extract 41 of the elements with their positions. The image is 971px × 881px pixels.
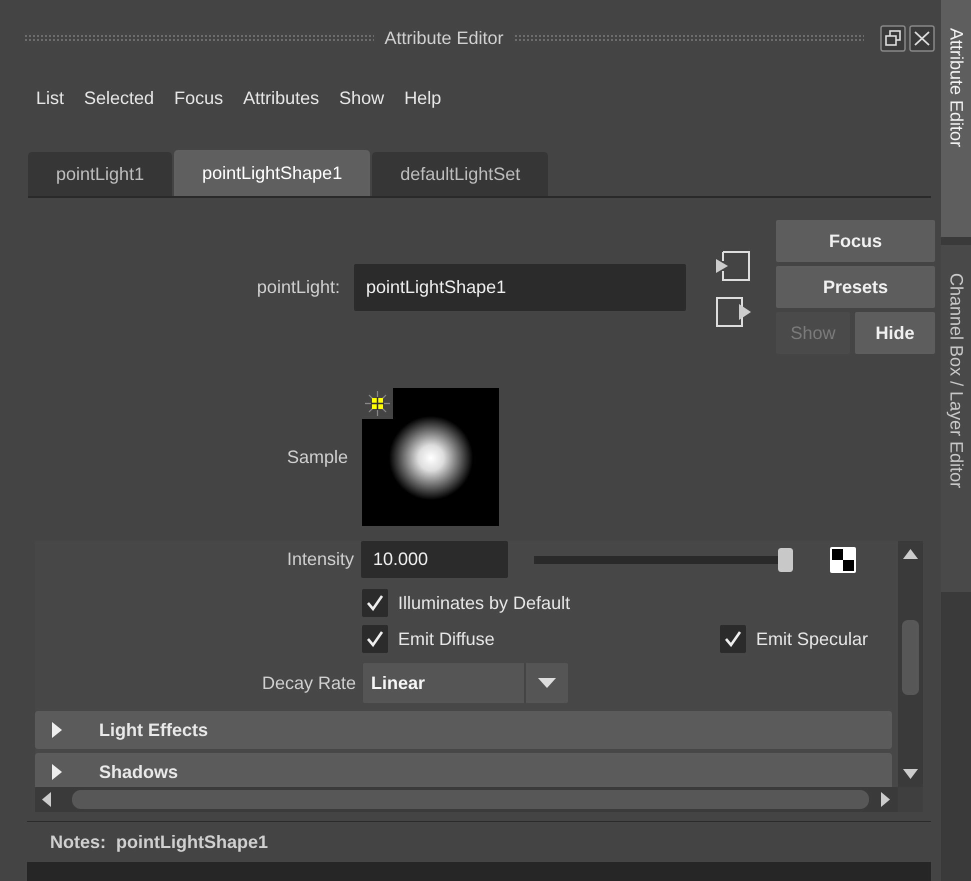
value-field[interactable]: 10.000 bbox=[361, 541, 508, 578]
menu-item[interactable]: Focus bbox=[164, 84, 234, 112]
notes-title: pointLightShape1 bbox=[116, 832, 268, 852]
slider-handle[interactable] bbox=[778, 548, 794, 572]
panel-button[interactable]: Presets bbox=[776, 266, 935, 308]
float-window-icon[interactable] bbox=[880, 24, 906, 52]
section-header[interactable]: Shadows bbox=[35, 753, 892, 787]
output-connection-icon[interactable] bbox=[715, 296, 752, 328]
input-connection-icon[interactable] bbox=[715, 250, 752, 282]
section-title: Light Effects bbox=[99, 720, 208, 740]
caret-icon bbox=[538, 678, 556, 688]
menu-item[interactable]: Show bbox=[329, 84, 394, 112]
menu-item[interactable]: List bbox=[26, 84, 74, 112]
vertical-scrollbar[interactable] bbox=[898, 541, 923, 787]
window-title: Attribute Editor bbox=[384, 28, 504, 48]
checkbox-label: Illuminates by Default bbox=[398, 592, 570, 614]
field-label: Intensity bbox=[286, 549, 355, 570]
side-tab[interactable]: Channel Box / Layer Editor bbox=[941, 245, 971, 592]
tab[interactable]: pointLight1 bbox=[28, 152, 172, 196]
notes-field[interactable] bbox=[27, 862, 931, 881]
menu-item[interactable]: Selected bbox=[74, 84, 164, 112]
section-header[interactable]: Light Effects bbox=[35, 711, 892, 749]
checkbox-label: Emit Diffuse bbox=[398, 628, 495, 650]
tab[interactable]: pointLightShape1 bbox=[174, 150, 370, 196]
checker-icon[interactable] bbox=[830, 546, 856, 572]
panel-button[interactable]: Focus bbox=[776, 220, 935, 262]
menu-item[interactable]: Help bbox=[394, 84, 452, 112]
section-title: Shadows bbox=[99, 762, 178, 782]
tab[interactable]: defaultLightSet bbox=[372, 152, 548, 196]
close-icon[interactable] bbox=[909, 24, 935, 52]
checkbox-label: Emit Specular bbox=[756, 628, 868, 650]
side-tab[interactable]: Attribute Editor bbox=[941, 0, 971, 237]
panel-button[interactable]: Hide bbox=[855, 312, 935, 354]
menu-item[interactable]: Attributes bbox=[233, 84, 330, 112]
field-label: Sample bbox=[286, 446, 349, 468]
horizontal-scrollbar[interactable] bbox=[35, 787, 898, 812]
dropdown[interactable]: Linear bbox=[363, 663, 568, 703]
notes-label: Notes: bbox=[50, 832, 106, 852]
node-name-field[interactable]: pointLightShape1 bbox=[354, 264, 686, 311]
field-label: Decay Rate bbox=[260, 672, 357, 694]
field-label: pointLight: bbox=[256, 276, 341, 299]
